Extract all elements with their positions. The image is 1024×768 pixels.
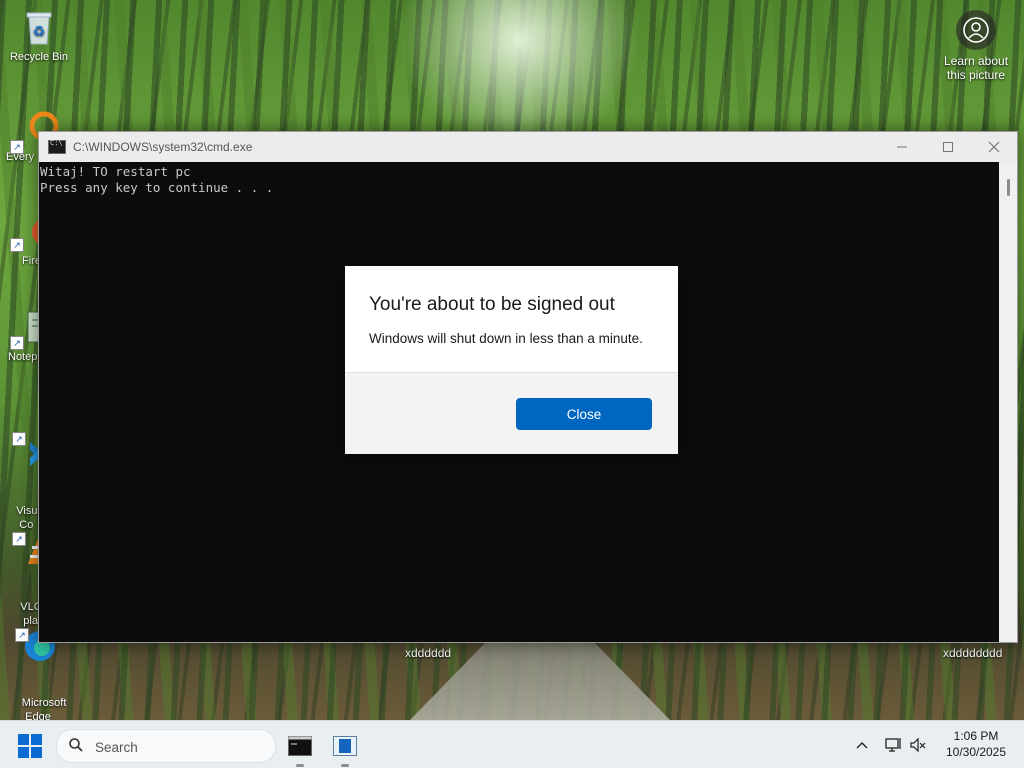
maximize-icon <box>943 142 953 152</box>
terminal-icon <box>288 736 312 756</box>
svg-text:♻: ♻ <box>33 24 46 40</box>
taskbar-app-window[interactable] <box>329 730 361 767</box>
taskbar-app-cmd[interactable] <box>284 730 316 767</box>
show-hidden-icons-button[interactable] <box>852 735 872 755</box>
cmd-titlebar[interactable]: C:\WINDOWS\system32\cmd.exe <box>39 132 1017 162</box>
maximize-button[interactable] <box>925 132 971 162</box>
shortcut-arrow-icon: ↗ <box>10 140 24 154</box>
learn-about-picture[interactable]: Learn about this picture <box>936 10 1016 82</box>
recycle-bin-icon: ♻ <box>26 12 52 45</box>
running-indicator <box>296 764 304 767</box>
chevron-up-icon <box>856 742 868 749</box>
search-input[interactable] <box>93 732 267 762</box>
dialog-title: You're about to be signed out <box>369 294 615 315</box>
shortcut-arrow-icon: ↗ <box>10 238 24 252</box>
desktop-icon-label: Microsoft Edge <box>21 697 67 720</box>
network-button[interactable] <box>884 735 904 755</box>
cmd-icon <box>48 139 66 154</box>
console-line: Witaj! TO restart pc <box>40 164 191 179</box>
app-window-icon <box>333 736 357 756</box>
minimize-icon <box>897 146 907 148</box>
desktop-icon-label: Recycle Bin <box>9 51 69 63</box>
network-icon <box>885 738 901 752</box>
volume-button[interactable] <box>908 735 928 755</box>
running-indicator <box>341 764 349 767</box>
windows-logo-tile <box>31 734 42 745</box>
desktop-icon-label: Notep <box>8 351 38 363</box>
desktop-icon-recycle-bin[interactable]: ♻ Recycle Bin <box>4 8 74 64</box>
close-button[interactable]: Close <box>516 398 652 430</box>
wallpaper-label: xdddddddd <box>943 646 1003 660</box>
clock-date: 10/30/2025 <box>945 745 1007 759</box>
learn-about-picture-label: Learn about this picture <box>943 54 1009 82</box>
start-button[interactable] <box>18 734 42 758</box>
taskbar: 1:06 PM 10/30/2025 <box>0 720 1024 768</box>
clock-time: 1:06 PM <box>953 729 999 743</box>
minimize-button[interactable] <box>879 132 925 162</box>
cmd-scrollbar[interactable] <box>999 162 1017 642</box>
dialog-footer: Close <box>345 372 678 454</box>
taskbar-clock[interactable]: 1:06 PM 10/30/2025 <box>938 728 1014 760</box>
taskbar-search[interactable] <box>56 729 276 763</box>
shortcut-arrow-icon: ↗ <box>12 532 26 546</box>
shortcut-arrow-icon: ↗ <box>15 628 29 642</box>
windows-logo-tile <box>18 747 29 758</box>
close-icon <box>988 141 1000 153</box>
shortcut-arrow-icon: ↗ <box>12 432 26 446</box>
volume-muted-icon <box>910 737 926 753</box>
search-icon <box>69 738 83 752</box>
shortcut-arrow-icon: ↗ <box>10 336 24 350</box>
dialog-message: Windows will shut down in less than a mi… <box>369 331 643 346</box>
camera-icon <box>956 10 996 50</box>
sign-out-dialog: You're about to be signed out Windows wi… <box>345 266 678 454</box>
scroll-thumb[interactable] <box>1007 179 1010 196</box>
close-window-button[interactable] <box>971 132 1017 162</box>
windows-logo-tile <box>31 747 42 758</box>
console-line: Press any key to continue . . . <box>40 180 274 195</box>
wallpaper-label: xdddddd <box>405 646 452 660</box>
windows-logo-icon <box>18 734 29 745</box>
cmd-window-title: C:\WINDOWS\system32\cmd.exe <box>73 140 253 154</box>
